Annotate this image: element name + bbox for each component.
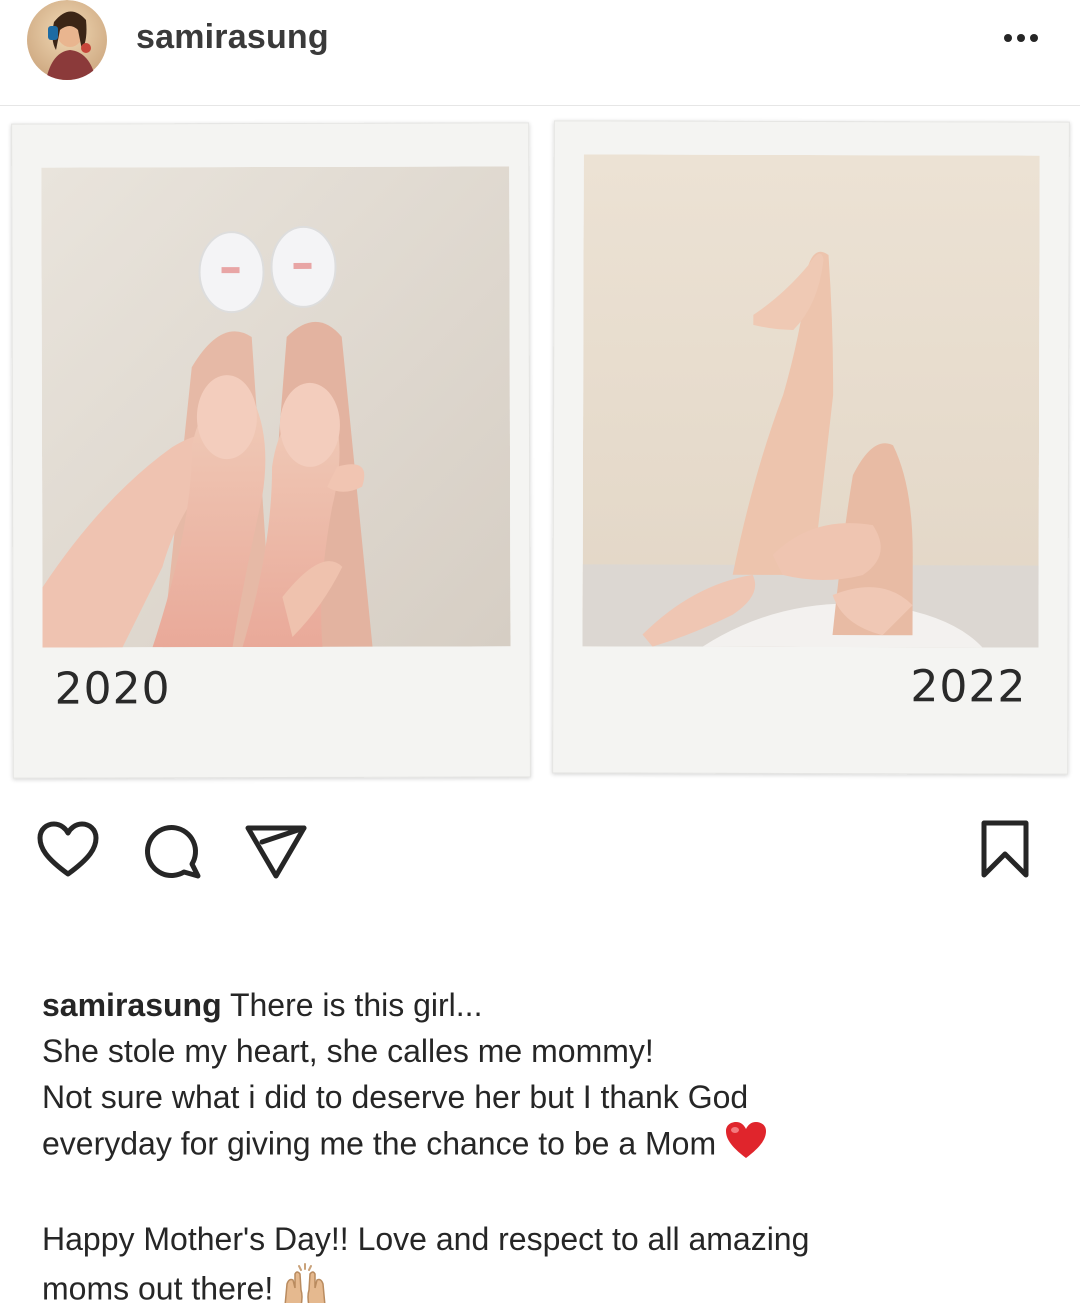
caption-line: moms out there!: [42, 1262, 1052, 1303]
post-action-bar: [0, 800, 1080, 910]
post-header: samirasung: [0, 0, 1080, 106]
share-icon[interactable]: [242, 820, 308, 880]
baby-feet-photo: [41, 166, 511, 648]
caption-line: She stole my heart, she calles me mommy!: [42, 1033, 654, 1069]
comment-icon[interactable]: [140, 820, 204, 880]
profile-avatar[interactable]: [26, 0, 108, 80]
caption-line: everyday for giving me the chance to be …: [42, 1120, 1052, 1172]
post-image[interactable]: 2020 2022: [0, 107, 1080, 800]
caption-text: everyday for giving me the chance to be …: [42, 1125, 717, 1162]
caption-text: There is this girl...: [221, 987, 483, 1023]
red-heart-emoji: [724, 1120, 768, 1172]
photo-year-label: 2020: [54, 663, 171, 715]
caption-username[interactable]: samirasung: [42, 987, 222, 1023]
heart-icon[interactable]: [36, 820, 100, 880]
bookmark-icon[interactable]: [978, 818, 1032, 880]
polaroid-2020: 2020: [11, 122, 531, 779]
caption-text: moms out there!: [42, 1270, 274, 1303]
caption-line: Not sure what i did to deserve her but I…: [42, 1079, 749, 1115]
post-caption: samirasung There is this girl... She sto…: [42, 982, 1052, 1303]
caption-line: Happy Mother's Day!! Love and respect to…: [42, 1221, 810, 1257]
caption-line: samirasung There is this girl...: [42, 982, 1052, 1028]
raising-hands-emoji: [281, 1262, 329, 1303]
post-username[interactable]: samirasung: [136, 18, 329, 57]
photo-year-label: 2022: [910, 661, 1027, 713]
crossed-legs-photo: [582, 154, 1040, 648]
more-options-icon[interactable]: [996, 22, 1046, 52]
polaroid-2022: 2022: [552, 120, 1070, 775]
